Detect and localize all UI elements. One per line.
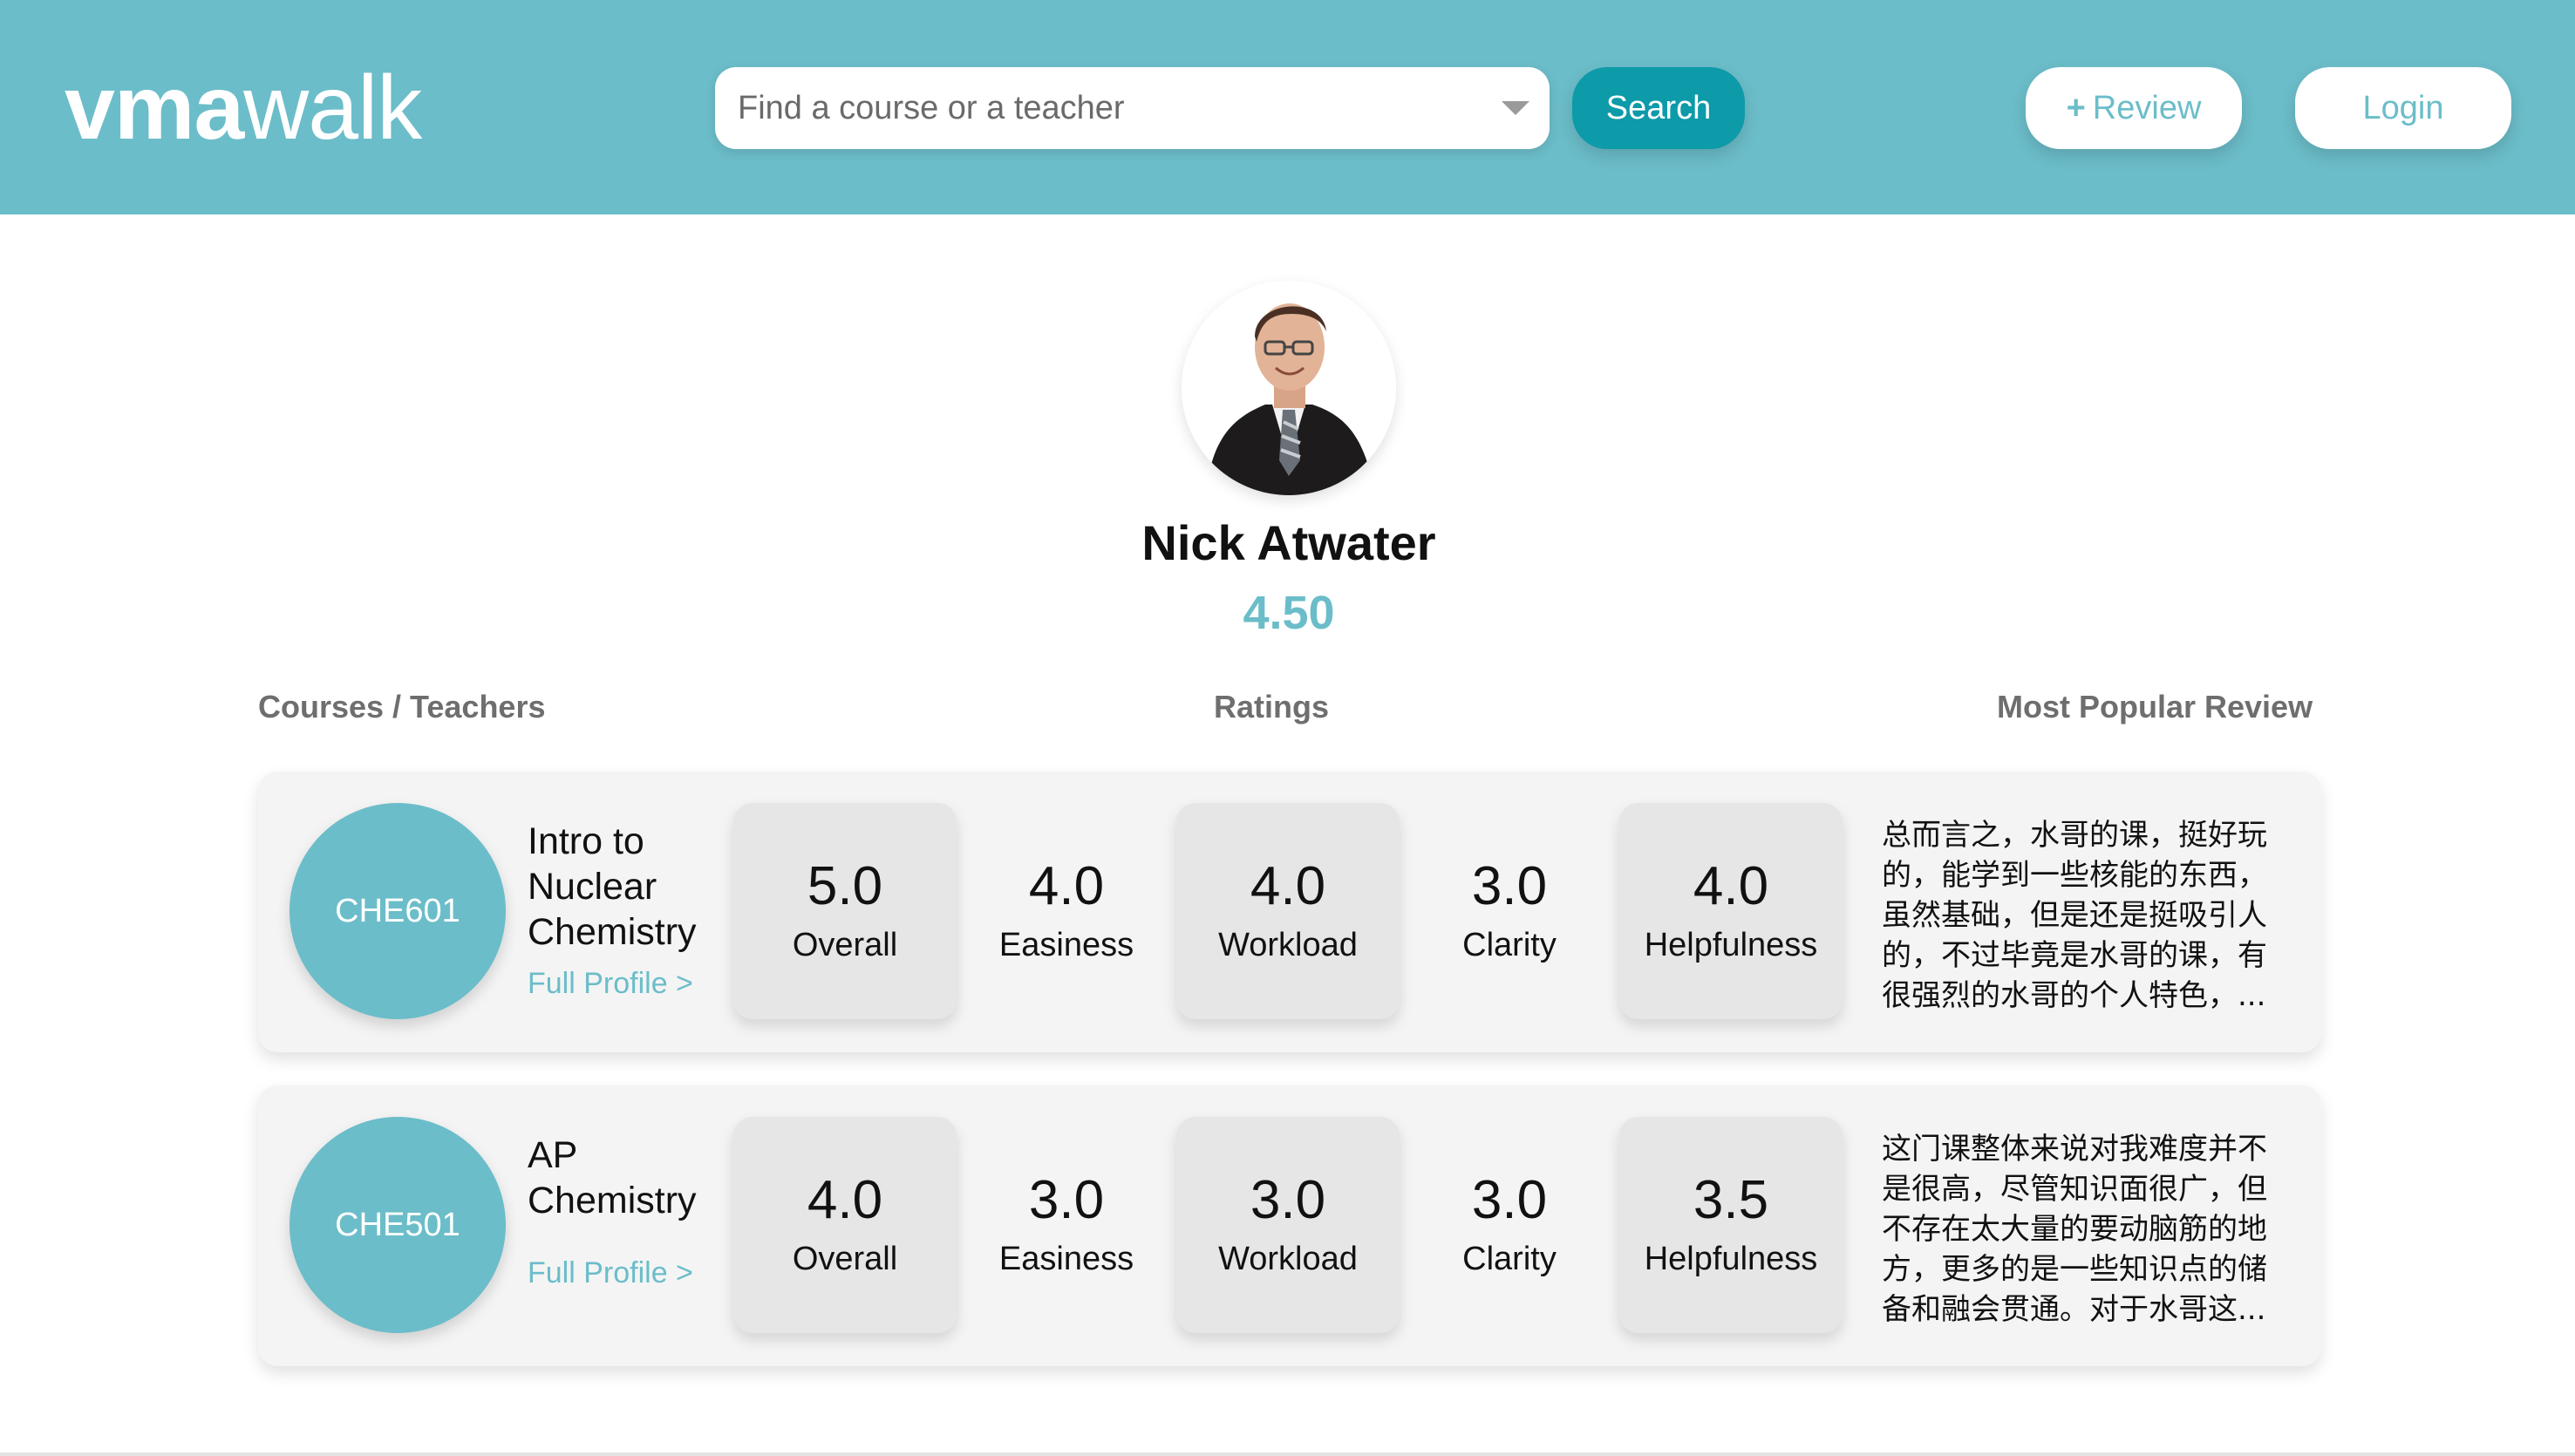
rating-label: Workload — [1218, 927, 1358, 963]
column-header-courses: Courses / Teachers — [258, 689, 546, 725]
course-name: AP Chemistry — [528, 1134, 697, 1221]
rating-label: Overall — [792, 1241, 898, 1277]
rating-label: Clarity — [1462, 1241, 1557, 1277]
plus-icon: + — [2066, 90, 2086, 126]
rating-value: 3.5 — [1693, 1170, 1769, 1230]
course-code-badge[interactable]: CHE501 — [290, 1117, 506, 1333]
rating-value: 3.0 — [1028, 1170, 1105, 1230]
rating-value: 3.0 — [1250, 1170, 1326, 1230]
search-combobox[interactable] — [715, 67, 1550, 149]
login-button[interactable]: Login — [2295, 67, 2511, 149]
rating-value: 4.0 — [1693, 856, 1769, 916]
rating-label: Clarity — [1462, 927, 1557, 963]
rating-value: 5.0 — [807, 856, 883, 916]
chevron-down-icon[interactable] — [1502, 101, 1529, 115]
teacher-overall-rating: 4.50 — [1243, 587, 1335, 639]
full-profile-link[interactable]: Full Profile > — [528, 967, 693, 1001]
rating-value: 3.0 — [1471, 856, 1548, 916]
rating-helpfulness-card: 4.0 Helpfulness — [1619, 803, 1843, 1019]
column-header-review: Most Popular Review — [1997, 689, 2313, 725]
course-row: CHE601 Intro to Nuclear Chemistry Full P… — [258, 772, 2321, 1052]
rating-workload-card: 4.0 Workload — [1176, 803, 1400, 1019]
rating-value: 4.0 — [1028, 856, 1105, 916]
rating-overall-card: 5.0 Overall — [733, 803, 957, 1019]
column-header-ratings: Ratings — [1214, 689, 1330, 725]
rating-label: Workload — [1218, 1241, 1358, 1277]
search-button[interactable]: Search — [1572, 67, 1745, 149]
rating-label: Helpfulness — [1644, 1241, 1818, 1277]
course-name: Intro to Nuclear Chemistry — [528, 820, 697, 953]
teacher-avatar — [1182, 281, 1396, 495]
rating-value: 4.0 — [1250, 856, 1326, 916]
full-profile-link[interactable]: Full Profile > — [528, 1256, 693, 1290]
add-review-button[interactable]: + Review — [2026, 67, 2242, 149]
rating-easiness: 3.0 Easiness — [955, 1117, 1178, 1333]
rating-label: Overall — [792, 927, 898, 963]
rating-value: 3.0 — [1471, 1170, 1548, 1230]
site-logo[interactable]: vmawalk — [65, 52, 422, 164]
rating-clarity: 3.0 Clarity — [1398, 803, 1621, 1019]
popular-review-text[interactable]: 这门课整体来说对我难度并不是很高，尽管知识面很广，但不存在太大量的要动脑筋的地方… — [1882, 1129, 2292, 1330]
rating-label: Easiness — [998, 927, 1134, 963]
course-row: CHE501 AP Chemistry Full Profile > 4.0 O… — [258, 1085, 2321, 1366]
rating-label: Easiness — [998, 1241, 1134, 1277]
rating-overall-card: 4.0 Overall — [733, 1117, 957, 1333]
rating-value: 4.0 — [807, 1170, 883, 1230]
rating-helpfulness-card: 3.5 Helpfulness — [1619, 1117, 1843, 1333]
rating-workload-card: 3.0 Workload — [1176, 1117, 1400, 1333]
popular-review-text[interactable]: 总而言之，水哥的课，挺好玩的，能学到一些核能的东西，虽然基础，但是还是挺吸引人的… — [1882, 815, 2292, 1016]
rating-clarity: 3.0 Clarity — [1398, 1117, 1621, 1333]
page-bottom-divider — [0, 1453, 2575, 1456]
teacher-name: Nick Atwater — [1141, 515, 1436, 570]
rating-label: Helpfulness — [1644, 927, 1818, 963]
course-code-badge[interactable]: CHE601 — [290, 803, 506, 1019]
search-input[interactable] — [736, 67, 1468, 149]
top-navigation-bar: vmawalk Search +Review Login — [0, 0, 2575, 214]
rating-easiness: 4.0 Easiness — [955, 803, 1178, 1019]
